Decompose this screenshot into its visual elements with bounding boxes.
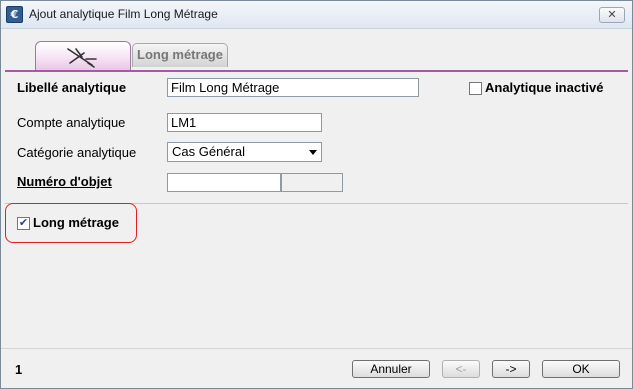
app-icon: € — [6, 6, 23, 23]
window-title: Ajout analytique Film Long Métrage — [29, 7, 218, 21]
compte-label: Compte analytique — [17, 115, 126, 130]
tab-general[interactable] — [35, 41, 131, 71]
next-button[interactable]: -> — [492, 360, 530, 378]
long-metrage-label: Long métrage — [33, 215, 119, 230]
compte-input[interactable]: LM1 — [167, 113, 322, 132]
dialog-window: € Ajout analytique Film Long Métrage ✕ L… — [0, 0, 633, 389]
long-metrage-checkbox[interactable]: ✔ — [17, 217, 30, 230]
inactive-checkbox[interactable] — [469, 82, 482, 95]
libelle-input[interactable]: Film Long Métrage — [167, 78, 419, 97]
ok-button[interactable]: OK — [542, 360, 620, 378]
tab-long-metrage[interactable]: Long métrage — [132, 43, 228, 67]
inactive-label: Analytique inactivé — [485, 80, 604, 95]
chevron-down-icon — [309, 150, 317, 155]
categorie-select[interactable]: Cas Général — [167, 142, 322, 162]
categorie-label: Catégorie analytique — [17, 145, 137, 160]
form-panel: Libellé analytique Film Long Métrage Ana… — [5, 72, 628, 347]
libelle-label: Libellé analytique — [17, 80, 127, 95]
cancel-button[interactable]: Annuler — [352, 360, 430, 378]
pin-icon — [67, 48, 97, 68]
title-bar: € Ajout analytique Film Long Métrage ✕ — [1, 1, 632, 29]
tab-strip: Long métrage — [1, 29, 632, 71]
numero-label[interactable]: Numéro d'objet — [17, 174, 112, 189]
prev-button[interactable]: <- — [442, 360, 480, 378]
page-number: 1 — [15, 362, 23, 377]
footer-bar: 1 Annuler <- -> OK — [1, 348, 632, 388]
categorie-value: Cas Général — [172, 144, 245, 159]
numero-extra-field — [281, 173, 343, 192]
numero-input[interactable] — [167, 173, 281, 192]
close-button[interactable]: ✕ — [599, 7, 625, 23]
